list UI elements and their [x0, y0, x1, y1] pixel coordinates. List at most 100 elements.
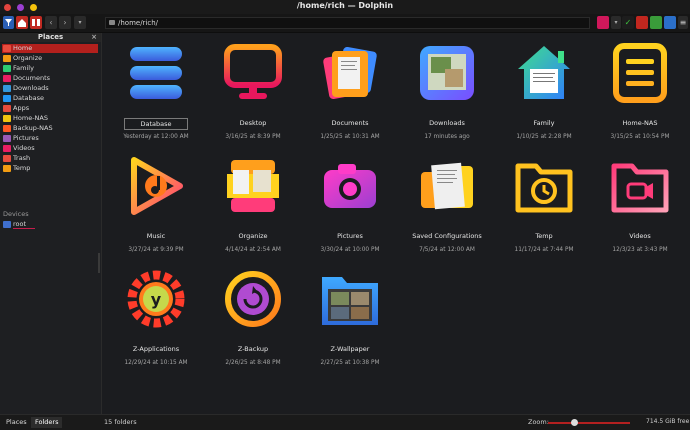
sidebar-item-videos[interactable]: Videos [2, 144, 98, 153]
folder-item-z-wallpaper[interactable]: Z-Wallpaper 2/27/25 at 10:38 PM [308, 263, 392, 371]
sidebar-item-label: Family [13, 64, 34, 72]
folder-name: Z-Backup [237, 345, 269, 353]
toolbar: ‹ › ▾ /home/rich/ ▾ ✓ ≡ [0, 14, 690, 33]
folder-date: Yesterday at 12:00 AM [123, 134, 189, 140]
folder-name: Saved Configurations [412, 232, 482, 240]
back-button[interactable]: ‹ [45, 16, 57, 29]
sidebar-item-label: Organize [13, 54, 43, 62]
folder-date: 3/30/24 at 10:00 PM [320, 247, 380, 253]
pictures-icon [3, 135, 11, 142]
search-icon[interactable] [664, 16, 676, 29]
folder-name: Downloads [429, 119, 465, 127]
folder-name: Family [533, 119, 555, 127]
zoom-slider-handle[interactable] [571, 419, 579, 426]
downloads-icon [3, 85, 11, 92]
folder-item-temp[interactable]: Temp 11/17/24 at 7:44 PM [502, 150, 586, 258]
device-usage-bar [13, 228, 35, 229]
folder-date: 12/29/24 at 10:15 AM [124, 360, 188, 366]
folder-item-desktop[interactable]: Desktop 3/16/25 at 8:39 PM [211, 37, 295, 145]
nas-icon [3, 115, 11, 122]
file-view: Database Yesterday at 12:00 AM Desktop 3/16… [102, 33, 690, 414]
places-title: Places [37, 33, 64, 41]
sidebar-item-label: Home-NAS [13, 114, 48, 122]
status-text: 15 folders [104, 418, 137, 426]
folder-name: Z-Wallpaper [330, 345, 370, 353]
places-panel: Places × Home Organize Family Documents Down… [0, 33, 102, 414]
location-bar[interactable]: /home/rich/ [105, 17, 590, 29]
sidebar-item-trash[interactable]: Trash [2, 154, 98, 163]
hamburger-menu-icon[interactable]: ≡ [678, 16, 688, 29]
tab-folders[interactable]: Folders [31, 417, 63, 428]
forward-button[interactable]: › [59, 16, 71, 29]
filter-icon[interactable] [3, 16, 14, 29]
family-house-icon [514, 43, 574, 103]
checkmark-icon[interactable]: ✓ [622, 16, 634, 29]
zoom-slider[interactable] [548, 422, 630, 424]
sidebar-item-label: Trash [13, 154, 31, 162]
devices-header: Devices [3, 210, 29, 218]
folder-item-music[interactable]: Music 3/27/24 at 9:39 PM [114, 150, 198, 258]
saved-configurations-icon [417, 156, 477, 216]
sidebar-item-downloads[interactable]: Downloads [2, 84, 98, 93]
sidebar-item-label: Videos [13, 144, 35, 152]
chevron-down-icon[interactable]: ▾ [74, 16, 86, 29]
wallpaper-folder-icon [320, 269, 380, 329]
sidebar-item-label: Backup-NAS [13, 124, 53, 132]
tag-icon[interactable] [597, 16, 609, 29]
folder-item-z-backup[interactable]: Z-Backup 2/26/25 at 8:48 PM [211, 263, 295, 371]
folder-name: Videos [629, 232, 651, 240]
sidebar-item-documents[interactable]: Documents [2, 74, 98, 83]
close-icon[interactable]: × [91, 33, 97, 42]
folder-item-downloads[interactable]: Downloads 17 minutes ago [405, 37, 489, 145]
sidebar-item-home-nas[interactable]: Home-NAS [2, 114, 98, 123]
folder-item-database[interactable]: Database Yesterday at 12:00 AM [114, 37, 198, 145]
folder-icon [109, 20, 115, 25]
sidebar-item-family[interactable]: Family [2, 64, 98, 73]
sidebar-item-backup-nas[interactable]: Backup-NAS [2, 124, 98, 133]
sidebar-item-home[interactable]: Home [2, 44, 98, 53]
folder-name: Desktop [239, 119, 267, 127]
temp-icon [3, 165, 11, 172]
folder-date: 4/14/24 at 2:54 AM [225, 247, 281, 253]
folder-name: Home-NAS [622, 119, 658, 127]
folder-item-documents[interactable]: Documents 1/25/25 at 10:31 AM [308, 37, 392, 145]
sidebar-item-pictures[interactable]: Pictures [2, 134, 98, 143]
folder-item-saved-configurations[interactable]: Saved Configurations 7/5/24 at 12:00 AM [405, 150, 489, 258]
drive-icon [3, 221, 11, 228]
icons-view-icon[interactable] [650, 16, 662, 29]
tab-places[interactable]: Places [2, 417, 31, 428]
sidebar-item-organize[interactable]: Organize [2, 54, 98, 63]
folder-item-videos[interactable]: Videos 12/3/23 at 3:43 PM [598, 150, 682, 258]
database-icon [3, 95, 11, 102]
sidebar-item-apps[interactable]: Apps [2, 104, 98, 113]
window-title: /home/rich — Dolphin [296, 1, 394, 10]
split-icon[interactable] [30, 16, 42, 29]
free-space: 714.5 GiB free [646, 418, 690, 425]
folder-item-family[interactable]: Family 1/10/25 at 2:28 PM [502, 37, 586, 145]
folder-item-z-applications[interactable]: y Z-Applications 12/29/24 at 10:15 AM [114, 263, 198, 371]
folder-date: 11/17/24 at 7:44 PM [514, 247, 574, 253]
folder-item-home-nas[interactable]: Home-NAS 3/15/25 at 10:54 PM [598, 37, 682, 145]
sidebar-item-label: Downloads [13, 84, 49, 92]
videos-icon [3, 145, 11, 152]
family-icon [3, 65, 11, 72]
sidebar-item-database[interactable]: Database [2, 94, 98, 103]
places-icon[interactable] [16, 16, 28, 29]
sidebar-item-temp[interactable]: Temp [2, 164, 98, 173]
chevron-down-icon[interactable]: ▾ [611, 16, 621, 29]
folder-date: 2/27/25 at 10:38 PM [320, 360, 380, 366]
trash-icon [3, 155, 11, 162]
backup-circle-icon [223, 269, 283, 329]
folder-date: 17 minutes ago [424, 134, 470, 140]
folder-date: 3/16/25 at 8:39 PM [225, 134, 281, 140]
folder-date: 1/25/25 at 10:31 AM [320, 134, 380, 140]
view-mode-icon[interactable] [636, 16, 648, 29]
device-item-root[interactable]: root [2, 220, 98, 229]
documents-folder-icon [320, 43, 380, 103]
status-bar: Places Folders 15 folders Zoom: 714.5 Gi… [0, 414, 690, 430]
folder-name: Music [146, 232, 166, 240]
sidebar-item-label: Home [13, 44, 33, 52]
sidebar-scrollbar[interactable] [98, 253, 100, 273]
folder-item-pictures[interactable]: Pictures 3/30/24 at 10:00 PM [308, 150, 392, 258]
folder-item-organize[interactable]: Organize 4/14/24 at 2:54 AM [211, 150, 295, 258]
